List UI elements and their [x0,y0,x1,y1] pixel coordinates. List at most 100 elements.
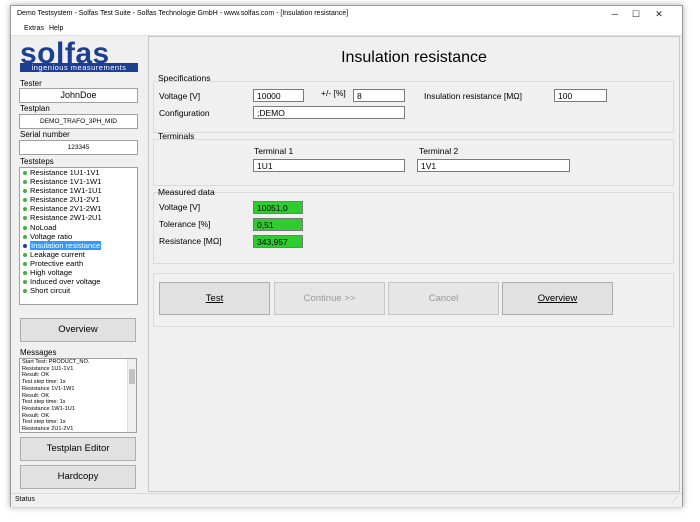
cancel-button[interactable]: Cancel [388,282,499,315]
spec-voltage-label: Voltage [V] [159,91,201,101]
menu-extras[interactable]: Extras [24,25,44,32]
message-item: Test step time: 1s [22,379,66,386]
teststep-item[interactable]: NoLoad [20,223,137,232]
status-dot-icon [23,180,27,185]
status-dot-icon [23,234,27,239]
teststep-item[interactable]: Short circuit [20,286,137,295]
spec-tolerance-input[interactable]: 8 [353,89,405,102]
solfas-logo: solfas ingenious measurements [18,37,140,78]
app-window: Demo Testsystem - Solfas Test Suite - So… [10,5,683,507]
teststep-item[interactable]: Insulation resistance [20,240,137,250]
close-button[interactable]: ✕ [651,8,667,20]
resize-grip[interactable]: ⋰ [671,496,678,504]
specifications-label: Specifications [158,73,211,83]
teststep-label: Resistance 2U1-2V1 [30,195,100,205]
menu-help[interactable]: Help [49,25,63,32]
spec-configuration-label: Configuration [159,108,210,118]
spec-voltage-input[interactable]: 10000 [253,89,304,102]
testplan-label: Testplan [20,104,50,113]
status-dot-icon [23,216,27,221]
teststeps-label: Teststeps [20,157,54,166]
test-button[interactable]: Test [159,282,270,315]
tester-label: Tester [20,79,42,88]
teststep-label: Insulation resistance [30,240,102,250]
menu-bar: Extras Help [11,23,682,36]
message-item: Result: OK [22,392,50,399]
teststeps-list[interactable]: Resistance 1U1-1V1 Resistance 1V1-1W1 Resi… [19,167,138,305]
teststep-item[interactable]: Resistance 1U1-1V1 [20,168,137,177]
status-dot-icon [23,171,27,175]
message-item: Result: OK [22,412,50,419]
measured-tolerance-label: Tolerance [%] [159,219,211,229]
terminals-label: Terminals [158,131,195,141]
overview-button-left[interactable]: Overview [20,318,136,342]
teststep-label: Voltage ratio [30,231,73,241]
teststep-item[interactable]: High voltage [20,268,137,277]
measured-resistance-label: Resistance [MΩ] [159,236,222,246]
teststep-item[interactable]: Resistance 2V1-2W1 [20,204,137,213]
teststep-label: Induced over voltage [30,277,101,287]
teststep-label: Protective earth [30,258,84,268]
maximize-button[interactable]: ☐ [628,8,644,20]
message-item: Resistance 1V1-1W1 [22,385,75,392]
teststep-label: Resistance 2V1-2W1 [30,204,102,214]
message-item: Resistance 2U1-2V1 [22,426,74,433]
teststep-label: NoLoad [30,222,57,232]
messages-list[interactable]: Start Test: PRODUCT_NO. Resistance 1U1-1V… [19,358,137,433]
messages-label: Messages [20,348,57,357]
terminal2-label: Terminal 2 [419,146,459,156]
message-item: Test step time: 1s [22,419,66,426]
hardcopy-button[interactable]: Hardcopy [20,465,136,489]
teststep-item[interactable]: Resistance 2W1-2U1 [20,213,137,222]
page-title: Insulation resistance [341,49,487,66]
testplan-editor-button[interactable]: Testplan Editor [20,437,136,461]
teststep-item[interactable]: Resistance 1V1-1W1 [20,177,137,186]
terminals-group [153,139,674,186]
test-button-label: Test [205,293,224,304]
message-item: Test step time: 1s [22,399,66,406]
measured-voltage-label: Voltage [V] [159,202,201,212]
terminal1-input[interactable]: 1U1 [253,159,405,172]
spec-configuration-input[interactable]: ;DEMO [253,106,405,119]
message-item: Start Test: PRODUCT_NO. [22,359,90,365]
message-item: Resistance 1W1-1U1 [22,405,75,412]
spec-insulation-label: Insulation resistance [MΩ] [424,91,523,101]
teststep-label: Resistance 1V1-1W1 [30,177,102,187]
overview-button-main[interactable]: Overview [502,282,613,315]
teststep-item[interactable]: Leakage current [20,250,137,259]
terminal1-label: Terminal 1 [254,146,294,156]
measured-label: Measured data [158,187,215,197]
continue-button[interactable]: Continue >> [274,282,385,315]
teststep-item[interactable]: Induced over voltage [20,277,137,286]
status-text: Status [15,496,35,503]
teststep-item[interactable]: Resistance 1W1-1U1 [20,186,137,195]
teststep-label: Resistance 1U1-1V1 [30,168,100,177]
teststep-label: Short circuit [30,286,71,296]
teststep-label: Resistance 1W1-1U1 [30,186,102,196]
status-dot-icon [23,207,27,212]
messages-scrollbar[interactable] [127,359,136,432]
title-bar: Demo Testsystem - Solfas Test Suite - So… [11,6,682,23]
testplan-field[interactable]: DEMO_TRAFO_3PH_MID [19,114,138,129]
logo-tagline: ingenious measurements [20,63,138,72]
message-item: Result: OK [22,372,50,379]
measured-group [153,192,674,264]
teststep-label: Leakage current [30,249,85,259]
status-dot-icon [23,225,27,230]
minimize-button[interactable]: ─ [607,8,623,20]
status-dot-icon [23,198,27,203]
teststep-item[interactable]: Resistance 2U1-2V1 [20,195,137,204]
serial-label: Serial number [20,130,70,139]
status-dot-icon [23,189,27,194]
overview-button-label: Overview [537,293,578,304]
serial-field[interactable]: 123345 [19,140,138,155]
teststep-label: High voltage [30,268,73,278]
main-panel: Insulation resistance Specifications Vol… [148,36,680,492]
spec-insulation-input[interactable]: 100 [554,89,607,102]
teststep-item[interactable]: Voltage ratio [20,232,137,241]
terminal2-input[interactable]: 1V1 [417,159,570,172]
status-dot-icon [23,280,27,285]
tester-field[interactable]: JohnDoe [19,88,138,103]
teststep-item[interactable]: Protective earth [20,259,137,268]
message-item: Resistance 1U1-1V1 [22,365,74,372]
